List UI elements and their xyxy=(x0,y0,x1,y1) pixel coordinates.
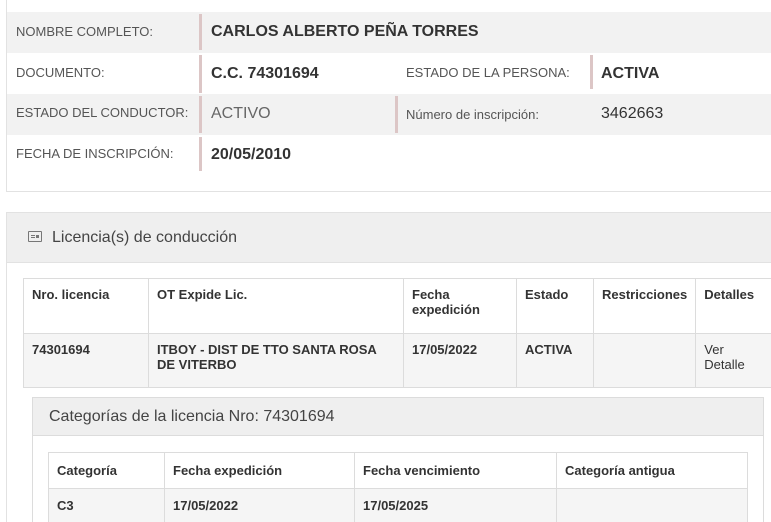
categories-panel: Categorías de la licencia Nro: 74301694 … xyxy=(32,397,764,522)
categories-title: Categorías de la licencia Nro: 74301694 xyxy=(49,408,335,425)
cell-fecha: 17/05/2022 xyxy=(403,333,517,388)
documento-label: DOCUMENTO: xyxy=(16,65,105,80)
categories-header: Categorías de la licencia Nro: 74301694 xyxy=(33,398,763,436)
categories-table: Categoría Fecha expedición Fecha vencimi… xyxy=(48,452,748,522)
licenses-table: Nro. licencia OT Expide Lic. Fecha exped… xyxy=(23,278,771,388)
divider xyxy=(395,96,398,133)
cell-categoria: C3 xyxy=(48,488,165,522)
cell-restricciones xyxy=(592,333,697,388)
cell-estado: ACTIVA xyxy=(516,333,594,388)
estado-conductor-label: ESTADO DEL CONDUCTOR: xyxy=(16,105,189,120)
table-row: 74301694 ITBOY - DIST DE TTO SANTA ROSA … xyxy=(23,333,771,388)
estado-persona-value: ACTIVA xyxy=(601,65,660,82)
licenses-table-header: Nro. licencia OT Expide Lic. Fecha exped… xyxy=(23,278,771,334)
col-nro-licencia: Nro. licencia xyxy=(23,278,149,334)
col-fecha-expedicion: Fecha expedición xyxy=(403,278,517,334)
divider xyxy=(199,137,202,171)
person-info-panel: NOMBRE COMPLETO: CARLOS ALBERTO PEÑA TOR… xyxy=(6,0,771,192)
licenses-panel: Licencia(s) de conducción Nro. licencia … xyxy=(6,212,771,522)
cell-nro: 74301694 xyxy=(23,333,149,388)
documento-value: C.C. 74301694 xyxy=(211,65,319,82)
nombre-value: CARLOS ALBERTO PEÑA TORRES xyxy=(211,23,479,40)
col-categoria: Categoría xyxy=(48,452,165,489)
col-fecha-vencimiento: Fecha vencimiento xyxy=(354,452,557,489)
col-detalles: Detalles xyxy=(695,278,771,334)
categories-table-header: Categoría Fecha expedición Fecha vencimi… xyxy=(48,452,748,489)
nombre-label: NOMBRE COMPLETO: xyxy=(16,24,154,39)
table-row: C3 17/05/2022 17/05/2025 xyxy=(48,488,748,522)
licenses-header: Licencia(s) de conducción xyxy=(7,213,771,263)
documento-row: DOCUMENTO: C.C. 74301694 ESTADO DE LA PE… xyxy=(7,53,771,94)
inscripcion-num-label: Número de inscripción: xyxy=(406,107,539,122)
divider xyxy=(199,96,202,133)
col-ot-expide: OT Expide Lic. xyxy=(148,278,404,334)
cell-expedicion: 17/05/2022 xyxy=(164,488,355,522)
col-fecha-expedicion: Fecha expedición xyxy=(164,452,355,489)
fecha-inscripcion-label: FECHA DE INSCRIPCIÓN: xyxy=(16,146,174,161)
divider xyxy=(199,14,202,50)
col-restricciones: Restricciones xyxy=(592,278,697,334)
ver-detalle-link[interactable]: Ver Detalle xyxy=(695,333,771,388)
id-card-icon xyxy=(28,231,42,242)
cell-ot: ITBOY - DIST DE TTO SANTA ROSA DE VITERB… xyxy=(148,333,404,388)
col-categoria-antigua: Categoría antigua xyxy=(556,452,748,489)
licenses-title: Licencia(s) de conducción xyxy=(52,229,237,246)
fecha-inscripcion-value: 20/05/2010 xyxy=(211,146,292,163)
nombre-row: NOMBRE COMPLETO: CARLOS ALBERTO PEÑA TOR… xyxy=(7,12,771,53)
estado-persona-label: ESTADO DE LA PERSONA: xyxy=(406,65,570,80)
divider xyxy=(199,55,202,93)
cell-antigua xyxy=(556,488,748,522)
estado-conductor-value: ACTIVO xyxy=(211,105,271,122)
col-estado: Estado xyxy=(516,278,594,334)
fecha-inscripcion-row: FECHA DE INSCRIPCIÓN: 20/05/2010 xyxy=(7,135,771,176)
inscripcion-num-value: 3462663 xyxy=(601,105,664,122)
estado-conductor-row: ESTADO DEL CONDUCTOR: ACTIVO Número de i… xyxy=(7,94,771,135)
divider xyxy=(590,55,593,89)
cell-vencimiento: 17/05/2025 xyxy=(354,488,557,522)
